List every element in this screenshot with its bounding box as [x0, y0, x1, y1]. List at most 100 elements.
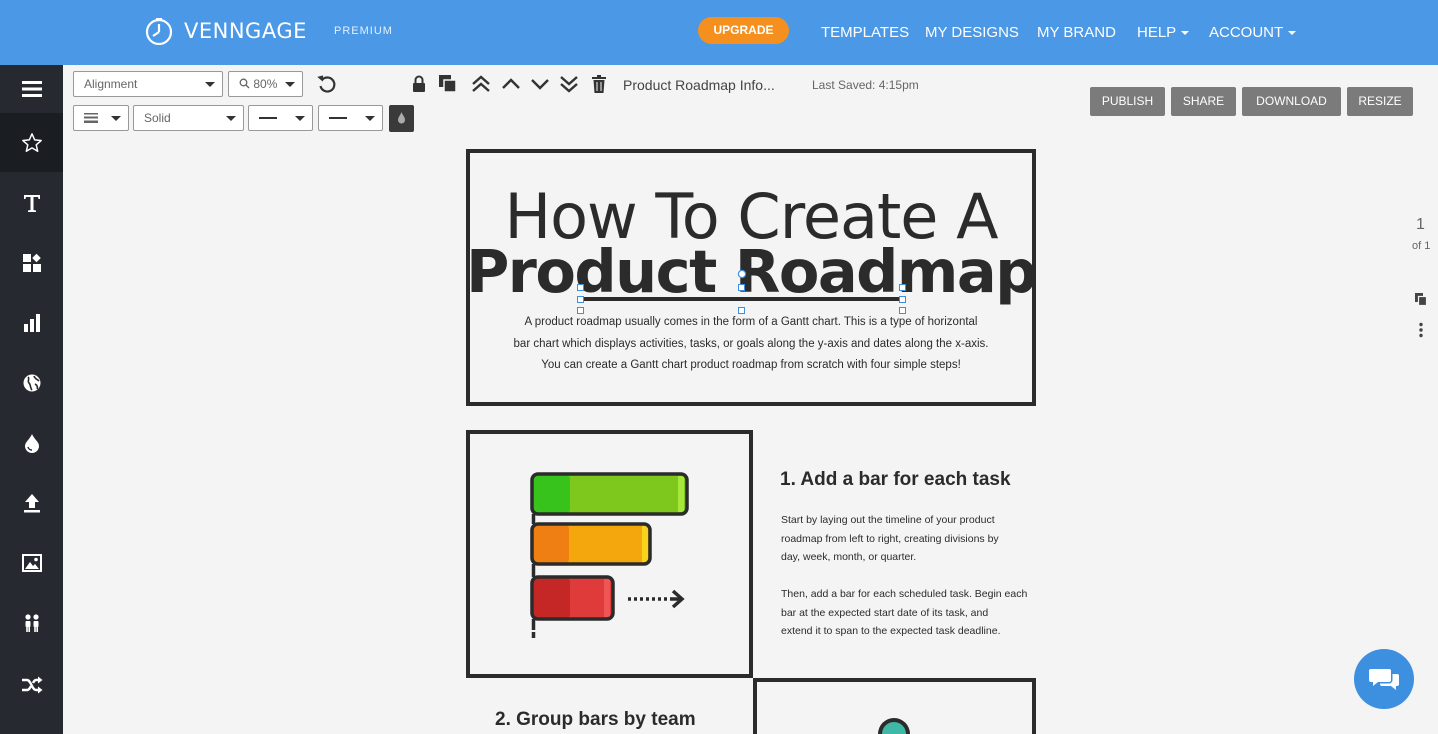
- step2-title[interactable]: 2. Group bars by team: [495, 709, 696, 731]
- step1-line: roadmap from left to right, creating div…: [781, 532, 999, 545]
- line-end-icon: [329, 117, 347, 119]
- nav-help[interactable]: HELP: [1137, 24, 1190, 41]
- alignment-label: Alignment: [84, 77, 138, 91]
- nav-templates[interactable]: TEMPLATES: [821, 24, 909, 41]
- left-sidebar: [0, 65, 63, 734]
- search-icon: [239, 78, 250, 89]
- line-end-icon: [259, 117, 277, 119]
- step1-line: day, week, month, or quarter.: [781, 551, 917, 563]
- selected-divider-line[interactable]: [583, 297, 901, 301]
- resize-handle[interactable]: [577, 296, 584, 303]
- menu-icon: [21, 81, 42, 97]
- bring-forward-icon[interactable]: [501, 74, 521, 94]
- brand-name[interactable]: VENNGAGE: [184, 19, 307, 43]
- sidebar-item-shuffle[interactable]: [0, 655, 63, 715]
- sidebar-item-colors[interactable]: [0, 413, 63, 473]
- sidebar-item-widgets[interactable]: [0, 233, 63, 293]
- intro-line: You can create a Gantt chart product roa…: [541, 359, 961, 371]
- sidebar-menu[interactable]: [0, 65, 63, 113]
- send-backward-icon[interactable]: [530, 74, 550, 94]
- chevron-down-icon: [1288, 31, 1297, 36]
- top-navbar: VENNGAGE PREMIUM UPGRADE TEMPLATES MY DE…: [0, 0, 1438, 65]
- alignment-dropdown[interactable]: Alignment: [73, 71, 223, 97]
- chevron-down-icon: [285, 82, 295, 87]
- chevron-down-icon: [205, 82, 215, 87]
- sidebar-item-charts[interactable]: [0, 293, 63, 353]
- rotate-handle-icon[interactable]: [737, 269, 747, 279]
- team-illustration[interactable]: [874, 716, 914, 734]
- infographic-title-line2[interactable]: Product Roadmap: [466, 237, 1037, 306]
- bring-to-front-icon[interactable]: [471, 74, 491, 94]
- resize-button[interactable]: RESIZE: [1347, 87, 1413, 116]
- color-drop-icon: [398, 112, 405, 124]
- chat-bubbles-icon: [1369, 669, 1399, 690]
- venngage-logo-icon[interactable]: [145, 17, 173, 45]
- text-icon: [23, 195, 40, 212]
- plan-badge: PREMIUM: [334, 25, 393, 37]
- sidebar-item-favorites[interactable]: [0, 113, 63, 172]
- chevron-down-icon: [111, 116, 121, 121]
- step1-line: extend it to span to the expected task d…: [781, 625, 1001, 637]
- upgrade-button[interactable]: UPGRADE: [698, 17, 789, 44]
- image-icon: [21, 554, 42, 572]
- line-weight-icon: [84, 113, 98, 123]
- zoom-dropdown[interactable]: 80%: [228, 71, 303, 97]
- document-title[interactable]: Product Roadmap Info...: [623, 77, 775, 93]
- nav-my-brand[interactable]: MY BRAND: [1037, 24, 1116, 41]
- resize-handle[interactable]: [577, 284, 584, 291]
- share-button[interactable]: SHARE: [1171, 87, 1236, 116]
- trash-icon[interactable]: [589, 74, 609, 94]
- intro-line: A product roadmap usually comes in the f…: [524, 316, 978, 328]
- step1-line: Start by laying out the timeline of your…: [781, 514, 995, 526]
- sidebar-item-images[interactable]: [0, 533, 63, 593]
- line-weight-dropdown[interactable]: [73, 105, 129, 131]
- resize-handle[interactable]: [899, 284, 906, 291]
- shuffle-icon: [21, 676, 42, 694]
- undo-icon[interactable]: [317, 74, 337, 94]
- sidebar-item-uploads[interactable]: [0, 473, 63, 533]
- chevron-down-icon: [226, 116, 236, 121]
- line-style-dropdown[interactable]: Solid: [133, 105, 244, 131]
- people-icon: [24, 614, 39, 632]
- intro-paragraph[interactable]: A product roadmap usually comes in the f…: [500, 312, 1002, 377]
- chart-icon: [23, 314, 40, 332]
- step1-title[interactable]: 1. Add a bar for each task: [780, 469, 1011, 491]
- line-end-dropdown[interactable]: [318, 105, 383, 131]
- lock-icon[interactable]: [409, 74, 429, 94]
- publish-button[interactable]: PUBLISH: [1090, 87, 1165, 116]
- nav-help-label: HELP: [1137, 24, 1177, 41]
- sidebar-item-text[interactable]: [0, 173, 63, 233]
- globe-icon: [23, 374, 40, 392]
- widgets-icon: [22, 253, 41, 272]
- star-icon: [21, 132, 42, 152]
- line-color-button[interactable]: [389, 105, 414, 132]
- page-number: 1: [1416, 216, 1425, 233]
- step1-line: Then, add a bar for each scheduled task.…: [781, 588, 1028, 600]
- chevron-down-icon: [1181, 31, 1190, 36]
- resize-handle[interactable]: [899, 296, 906, 303]
- download-button[interactable]: DOWNLOAD: [1242, 87, 1341, 116]
- chat-button[interactable]: [1354, 649, 1414, 709]
- zoom-value: 80%: [253, 77, 278, 91]
- sidebar-item-icons[interactable]: [0, 593, 63, 653]
- chevron-down-icon: [365, 116, 375, 121]
- line-style-label: Solid: [144, 111, 171, 125]
- fill-icon: [24, 434, 39, 453]
- copy-page-icon[interactable]: [1414, 292, 1428, 306]
- page-count: of 1: [1412, 240, 1431, 252]
- nav-account[interactable]: ACCOUNT: [1209, 24, 1297, 41]
- gantt-bars-illustration[interactable]: [520, 462, 700, 642]
- resize-handle[interactable]: [738, 284, 745, 291]
- send-to-back-icon[interactable]: [559, 74, 579, 94]
- nav-my-designs[interactable]: MY DESIGNS: [925, 24, 1019, 41]
- chevron-down-icon: [295, 116, 305, 121]
- sidebar-item-maps[interactable]: [0, 353, 63, 413]
- upload-icon: [23, 494, 40, 513]
- duplicate-icon[interactable]: [438, 74, 458, 94]
- nav-account-label: ACCOUNT: [1209, 24, 1284, 41]
- line-start-dropdown[interactable]: [248, 105, 313, 131]
- step1-line: bar at the expected start date of its ta…: [781, 606, 989, 619]
- more-options-icon[interactable]: [1417, 322, 1425, 338]
- last-saved-status: Last Saved: 4:15pm: [812, 78, 919, 92]
- step1-body[interactable]: Start by laying out the timeline of your…: [781, 511, 1027, 641]
